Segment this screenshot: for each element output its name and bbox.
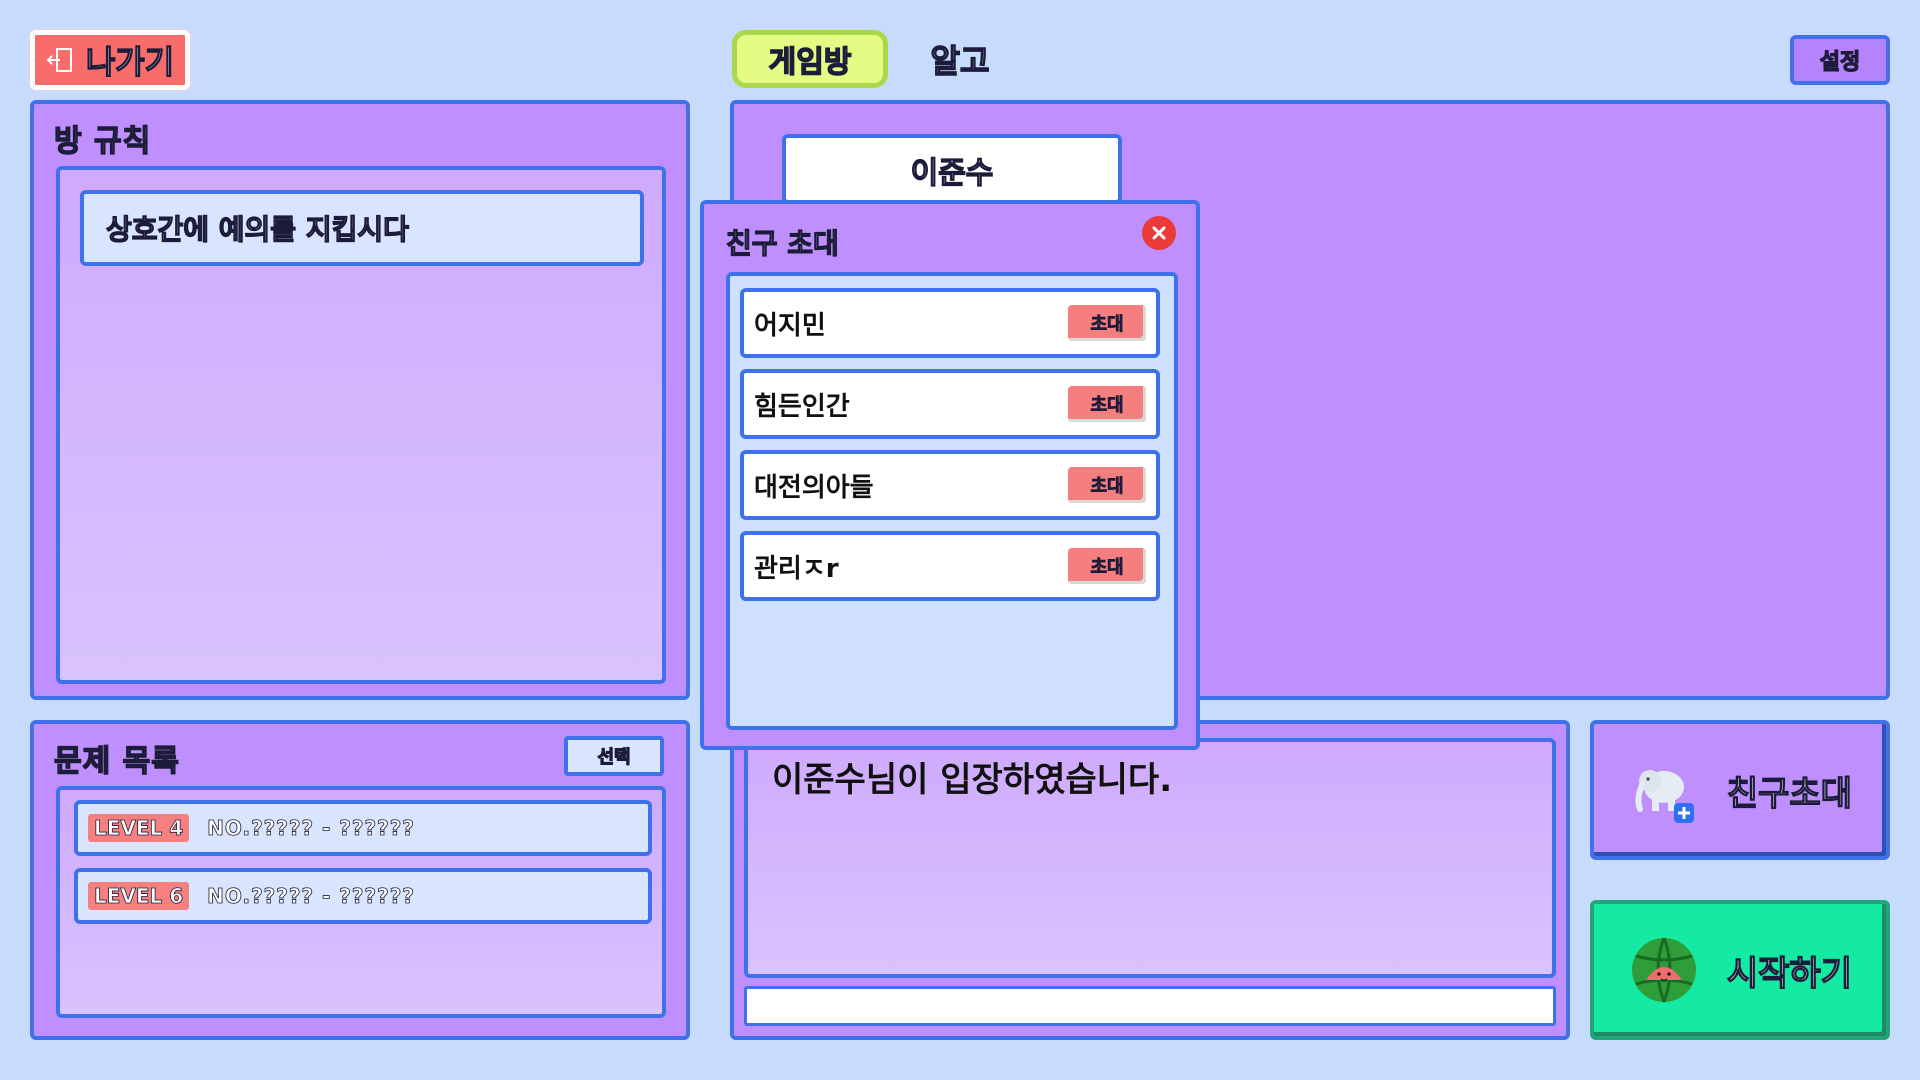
invite-button[interactable]: 초대 [1068, 305, 1146, 341]
problem-item[interactable]: LEVEL 6 NO.????? - ?????? [74, 868, 652, 924]
invite-button-label: 초대 [1090, 476, 1124, 498]
room-rules-title: 방 규칙 [53, 123, 152, 159]
friend-name: 관리ㅈr [754, 553, 839, 584]
rule-item: 상호간에 예의를 지킵시다 [80, 190, 644, 266]
friend-invite-modal: 친구 초대 어지민 초대 힘든인간 초대 대전의아들 초대 관리ㅈr 초대 [700, 200, 1200, 750]
chat-log: 이준수님이 입장하였습니다. [744, 738, 1556, 978]
start-button[interactable]: 시작하기 [1590, 900, 1890, 1040]
player-slot: 이준수 [782, 134, 1122, 204]
friend-invite-label: 친구초대 [1726, 773, 1852, 814]
settings-label: 설정 [1819, 49, 1861, 75]
exit-button[interactable]: 나가기 [30, 30, 190, 90]
tab-game-room[interactable]: 게임방 [732, 30, 888, 88]
friend-row: 어지민 초대 [740, 288, 1160, 358]
close-icon [1152, 226, 1166, 240]
tab-algo[interactable]: 알고 [910, 32, 1010, 86]
room-rules-panel: 방 규칙 상호간에 예의를 지킵시다 [30, 100, 690, 700]
rule-item-text: 상호간에 예의를 지킵시다 [105, 212, 409, 246]
tab-game-room-label: 게임방 [768, 44, 852, 80]
start-label: 시작하기 [1726, 953, 1852, 994]
invite-button[interactable]: 초대 [1068, 467, 1146, 503]
chat-input[interactable] [744, 986, 1556, 1026]
invite-button[interactable]: 초대 [1068, 386, 1146, 422]
level-badge: LEVEL 6 [88, 882, 190, 910]
invite-button-label: 초대 [1090, 557, 1124, 579]
friend-invite-modal-title: 친구 초대 [725, 226, 839, 260]
room-rules-list: 상호간에 예의를 지킵시다 [56, 166, 666, 684]
settings-button[interactable]: 설정 [1790, 35, 1890, 85]
problem-title: NO.????? - ?????? [207, 816, 415, 841]
problem-select-label: 선택 [597, 746, 631, 768]
friend-name: 힘든인간 [754, 391, 850, 422]
problem-list: LEVEL 4 NO.????? - ?????? LEVEL 6 NO.???… [56, 786, 666, 1018]
invite-button-label: 초대 [1090, 314, 1124, 336]
elephant-plus-icon [1635, 770, 1694, 823]
tab-algo-label: 알고 [930, 41, 990, 80]
chat-message: 이준수님이 입장하였습니다. [772, 760, 1173, 800]
friend-name: 어지민 [754, 310, 826, 341]
friend-row: 힘든인간 초대 [740, 369, 1160, 439]
friend-list: 어지민 초대 힘든인간 초대 대전의아들 초대 관리ㅈr 초대 [726, 272, 1178, 730]
problem-list-panel: 문제 목록 선택 LEVEL 4 NO.????? - ?????? LEVEL… [30, 720, 690, 1040]
friend-invite-button[interactable]: 친구초대 [1590, 720, 1890, 860]
problem-list-title: 문제 목록 [53, 743, 180, 779]
watermelon-icon [1632, 937, 1696, 1003]
modal-close-button[interactable] [1142, 216, 1176, 250]
exit-label: 나가기 [85, 42, 175, 81]
level-badge: LEVEL 4 [88, 814, 190, 842]
invite-button-label: 초대 [1090, 395, 1124, 417]
problem-item[interactable]: LEVEL 4 NO.????? - ?????? [74, 800, 652, 856]
chat-panel: 이준수님이 입장하였습니다. [730, 720, 1570, 1040]
problem-title: NO.????? - ?????? [207, 884, 415, 909]
friend-name: 대전의아들 [754, 472, 874, 503]
invite-button[interactable]: 초대 [1068, 548, 1146, 584]
player-name: 이준수 [910, 155, 994, 191]
door-exit-icon [46, 48, 72, 72]
friend-row: 대전의아들 초대 [740, 450, 1160, 520]
problem-select-button[interactable]: 선택 [564, 736, 664, 776]
friend-row: 관리ㅈr 초대 [740, 531, 1160, 601]
